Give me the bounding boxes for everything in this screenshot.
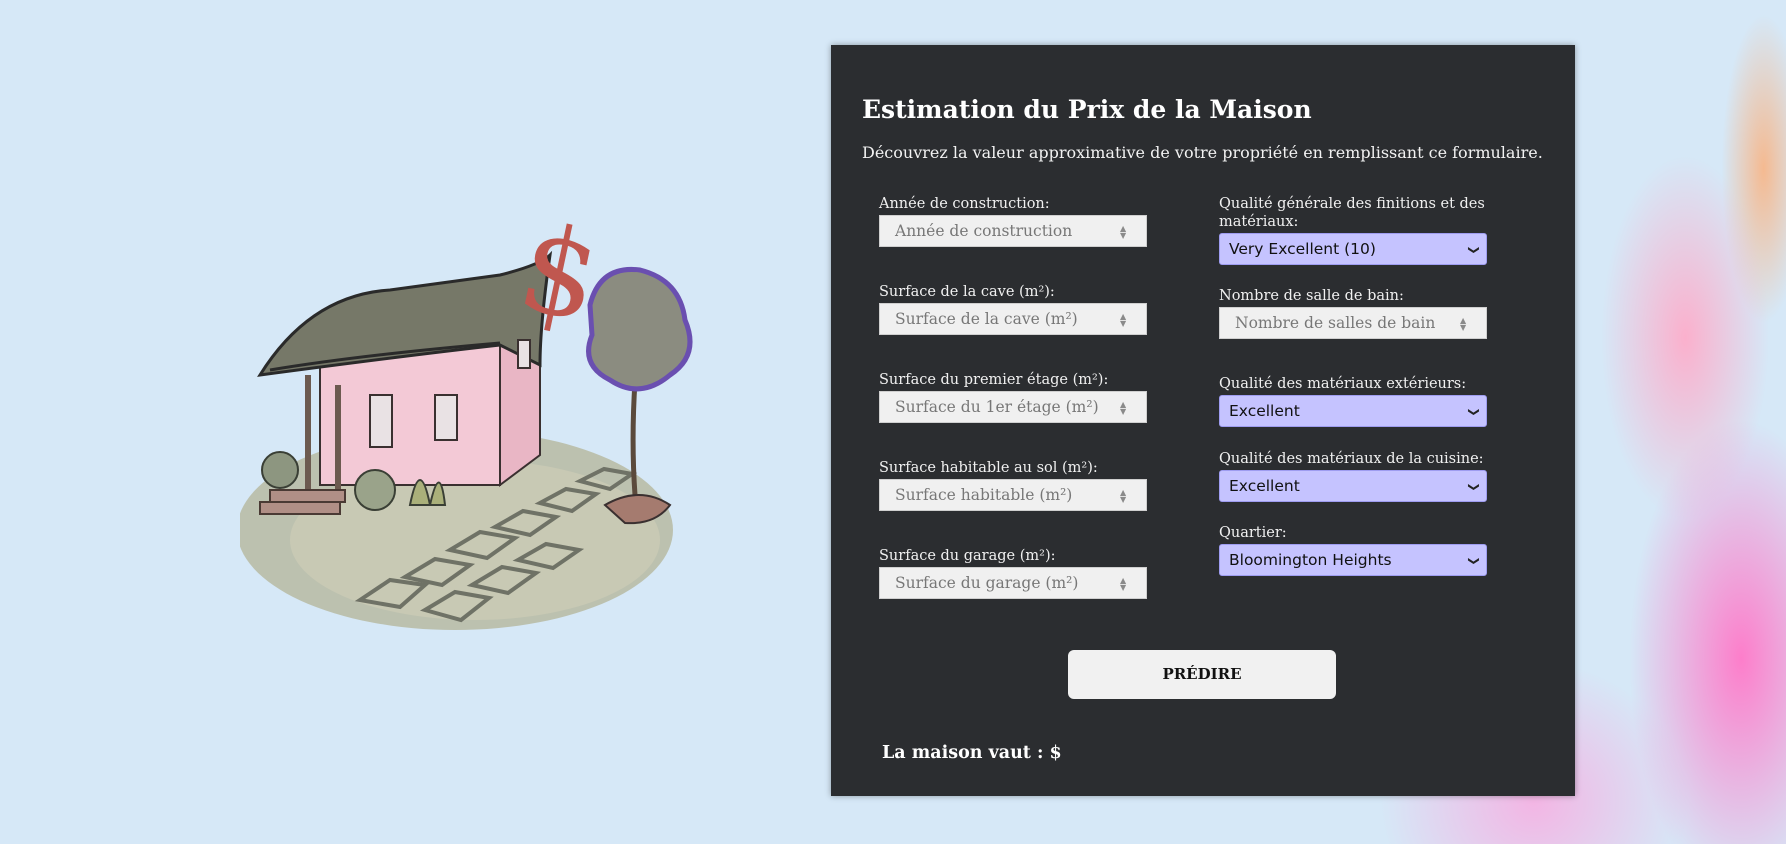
spinner-arrows-icon[interactable]: ▲ ▼ xyxy=(1120,577,1128,592)
year-built-field: Année de construction: Année de construc… xyxy=(879,195,1147,247)
result-text: La maison vaut : $ xyxy=(882,743,1062,763)
overall-quality-value: Very Excellent (10) xyxy=(1229,240,1376,258)
chevron-down-icon: ❯ xyxy=(1467,482,1481,492)
exterior-quality-value: Excellent xyxy=(1229,402,1300,420)
living-area-input[interactable]: Surface habitable (m²) ▲ ▼ xyxy=(879,479,1147,511)
overall-quality-label: Qualité générale des finitions et des ma… xyxy=(1219,196,1485,230)
overall-quality-select[interactable]: Very Excellent (10) ❯ xyxy=(1219,233,1487,265)
exterior-quality-field: Qualité des matériaux extérieurs: Excell… xyxy=(1219,375,1487,427)
house-illustration: $ xyxy=(237,198,710,635)
basement-area-input[interactable]: Surface de la cave (m²) ▲ ▼ xyxy=(879,303,1147,335)
living-area-field: Surface habitable au sol (m²): Surface h… xyxy=(879,459,1147,511)
chevron-down-icon: ❯ xyxy=(1467,245,1481,255)
garage-area-label: Surface du garage (m²): xyxy=(879,548,1056,564)
bathrooms-placeholder: Nombre de salles de bain xyxy=(1235,314,1436,332)
bathrooms-label: Nombre de salle de bain: xyxy=(1219,288,1404,304)
living-area-placeholder: Surface habitable (m²) xyxy=(895,486,1073,504)
spinner-arrows-icon[interactable]: ▲ ▼ xyxy=(1120,313,1128,328)
neighborhood-field: Quartier: Bloomington Heights ❯ xyxy=(1219,524,1487,576)
bathrooms-field: Nombre de salle de bain: Nombre de salle… xyxy=(1219,287,1487,339)
bathrooms-input[interactable]: Nombre de salles de bain ▲ ▼ xyxy=(1219,307,1487,339)
first-floor-area-placeholder: Surface du 1er étage (m²) xyxy=(895,398,1099,416)
basement-area-label: Surface de la cave (m²): xyxy=(879,284,1055,300)
spinner-arrows-icon[interactable]: ▲ ▼ xyxy=(1120,489,1128,504)
first-floor-area-input[interactable]: Surface du 1er étage (m²) ▲ ▼ xyxy=(879,391,1147,423)
first-floor-area-label: Surface du premier étage (m²): xyxy=(879,372,1109,388)
spinner-arrows-icon[interactable]: ▲ ▼ xyxy=(1120,401,1128,416)
chevron-down-icon: ❯ xyxy=(1467,556,1481,566)
basement-area-field: Surface de la cave (m²): Surface de la c… xyxy=(879,283,1147,335)
page-subtitle: Découvrez la valeur approximative de vot… xyxy=(862,143,1543,162)
exterior-quality-select[interactable]: Excellent ❯ xyxy=(1219,395,1487,427)
predict-button[interactable]: PRÉDIRE xyxy=(1068,650,1336,699)
garage-area-field: Surface du garage (m²): Surface du garag… xyxy=(879,547,1147,599)
neighborhood-label: Quartier: xyxy=(1219,525,1287,541)
neighborhood-value: Bloomington Heights xyxy=(1229,551,1392,569)
garage-area-placeholder: Surface du garage (m²) xyxy=(895,574,1079,592)
year-built-label: Année de construction: xyxy=(879,196,1050,212)
chevron-down-icon: ❯ xyxy=(1467,407,1481,417)
neighborhood-select[interactable]: Bloomington Heights ❯ xyxy=(1219,544,1487,576)
garage-area-input[interactable]: Surface du garage (m²) ▲ ▼ xyxy=(879,567,1147,599)
kitchen-quality-select[interactable]: Excellent ❯ xyxy=(1219,470,1487,502)
exterior-quality-label: Qualité des matériaux extérieurs: xyxy=(1219,376,1467,392)
estimation-form-card: Estimation du Prix de la Maison Découvre… xyxy=(831,45,1575,796)
basement-area-placeholder: Surface de la cave (m²) xyxy=(895,310,1078,328)
year-built-input[interactable]: Année de construction ▲ ▼ xyxy=(879,215,1147,247)
spinner-arrows-icon[interactable]: ▲ ▼ xyxy=(1460,317,1468,332)
kitchen-quality-field: Qualité des matériaux de la cuisine: Exc… xyxy=(1219,450,1487,502)
year-built-placeholder: Année de construction xyxy=(895,222,1073,240)
kitchen-quality-label: Qualité des matériaux de la cuisine: xyxy=(1219,451,1484,467)
overall-quality-field: Qualité générale des finitions et des ma… xyxy=(1219,195,1487,265)
spinner-arrows-icon[interactable]: ▲ ▼ xyxy=(1120,225,1128,240)
page-title: Estimation du Prix de la Maison xyxy=(862,95,1312,124)
first-floor-area-field: Surface du premier étage (m²): Surface d… xyxy=(879,371,1147,423)
kitchen-quality-value: Excellent xyxy=(1229,477,1300,495)
living-area-label: Surface habitable au sol (m²): xyxy=(879,460,1098,476)
